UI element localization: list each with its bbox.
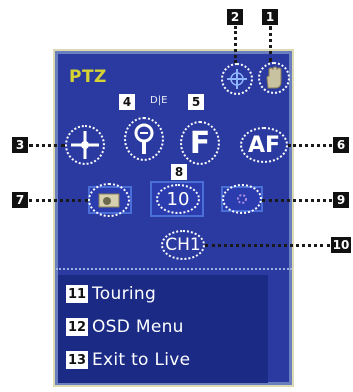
preset-value-label: 10 bbox=[166, 188, 190, 210]
move-arrows-icon bbox=[71, 131, 99, 159]
hand-icon bbox=[266, 66, 282, 89]
zoom-button[interactable] bbox=[124, 117, 164, 161]
channel-button[interactable]: CH1 bbox=[161, 230, 205, 260]
callout-leader-7 bbox=[29, 199, 88, 202]
faint-label: D|E bbox=[150, 95, 168, 106]
callout-number: 7 bbox=[15, 193, 25, 207]
callout-5: 5 bbox=[188, 94, 204, 110]
callout-number: 4 bbox=[122, 95, 132, 109]
callout-number: 1 bbox=[265, 10, 275, 24]
callout-number: 3 bbox=[15, 138, 25, 152]
menu-item-label: Exit to Live bbox=[92, 350, 191, 370]
callout-number: 9 bbox=[336, 193, 346, 207]
panel-divider bbox=[56, 268, 292, 270]
crosshair-icon bbox=[227, 69, 247, 89]
preset-value-button[interactable]: 10 bbox=[156, 184, 200, 214]
autofocus-button[interactable]: AF bbox=[240, 127, 288, 163]
aux-button[interactable] bbox=[221, 63, 253, 95]
callout-leader-2 bbox=[234, 26, 237, 63]
callout-leader-3 bbox=[29, 144, 65, 147]
menu-item-number: 13 bbox=[66, 351, 88, 369]
callout-leader-10 bbox=[205, 244, 330, 247]
callout-6: 6 bbox=[333, 137, 349, 153]
menu-item-exit-to-live[interactable]: 13 Exit to Live bbox=[66, 349, 190, 371]
callout-leader-1 bbox=[269, 26, 272, 62]
menu-item-osd-menu[interactable]: 12 OSD Menu bbox=[66, 316, 184, 338]
callout-number: 6 bbox=[336, 138, 346, 152]
menu-item-label: Touring bbox=[92, 284, 157, 304]
callout-4: 4 bbox=[119, 94, 135, 110]
callout-number: 10 bbox=[332, 238, 350, 252]
callout-9: 9 bbox=[333, 192, 349, 208]
callout-1: 1 bbox=[262, 9, 278, 25]
callout-3: 3 bbox=[12, 137, 28, 153]
preset-prev-button[interactable] bbox=[88, 183, 130, 217]
callout-leader-9 bbox=[262, 199, 332, 202]
callout-10: 10 bbox=[331, 237, 351, 253]
callout-number: 5 bbox=[191, 95, 201, 109]
menu-item-touring[interactable]: 11 Touring bbox=[66, 283, 156, 305]
camera-icon bbox=[98, 193, 120, 208]
menu-item-number: 12 bbox=[66, 318, 88, 336]
callout-number: 2 bbox=[230, 10, 240, 24]
autofocus-label: AF bbox=[247, 132, 281, 158]
callout-7: 7 bbox=[12, 192, 28, 208]
callout-leader-6 bbox=[288, 144, 332, 147]
hold-button[interactable] bbox=[258, 62, 290, 94]
focus-button[interactable]: F bbox=[180, 121, 220, 165]
pan-tilt-button[interactable] bbox=[65, 125, 105, 165]
callout-2: 2 bbox=[227, 9, 243, 25]
focus-label: F bbox=[189, 125, 211, 161]
callout-8: 8 bbox=[171, 164, 187, 180]
menu-item-label: OSD Menu bbox=[92, 317, 184, 337]
channel-label: CH1 bbox=[165, 235, 201, 255]
zoom-icon bbox=[134, 123, 154, 154]
menu-item-number: 11 bbox=[66, 285, 88, 303]
panel-title: PTZ bbox=[69, 67, 107, 87]
preset-next-button[interactable] bbox=[222, 184, 262, 214]
callout-number: 8 bbox=[174, 165, 184, 179]
dotted-circle-icon bbox=[237, 194, 247, 204]
